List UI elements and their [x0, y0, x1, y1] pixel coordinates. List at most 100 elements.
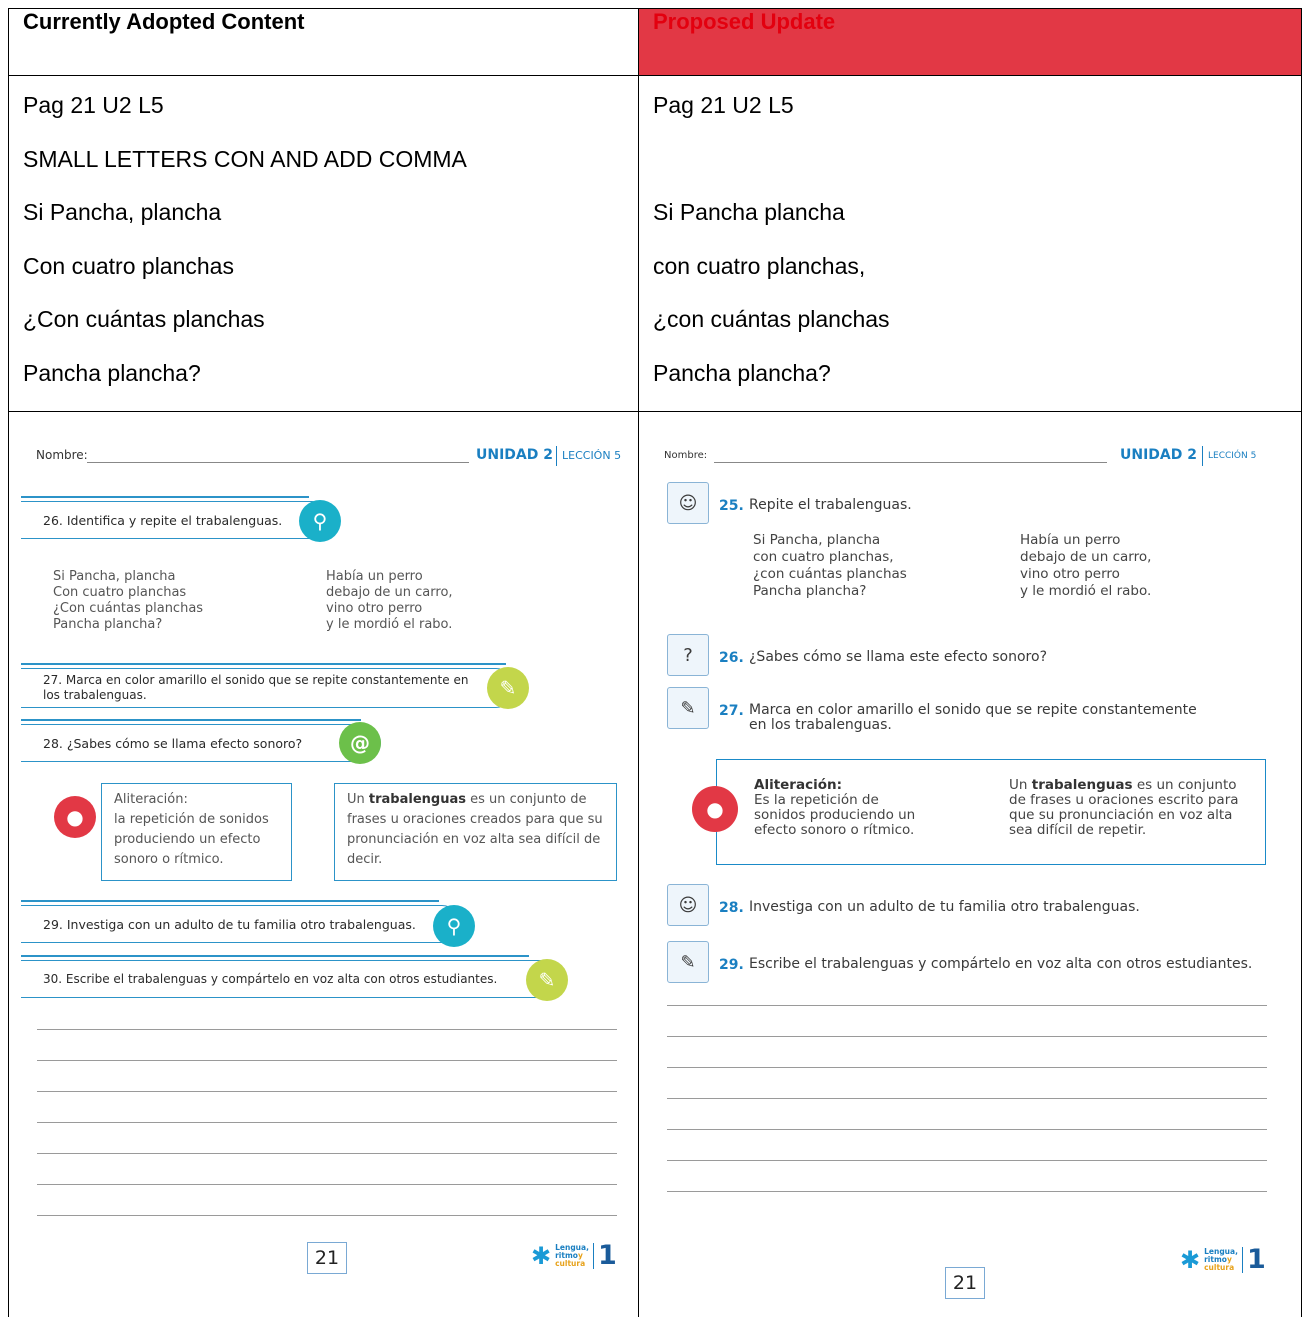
rule	[21, 496, 309, 498]
question-30: 30. Escribe el trabalenguas y compártelo…	[21, 960, 561, 998]
comparison-table: Currently Adopted Content Proposed Updat…	[8, 8, 1302, 1317]
unidad-label: UNIDAD 2	[1120, 447, 1197, 463]
current-line: ¿Con cuántas planchas	[23, 306, 265, 332]
proposed-line: ¿con cuántas planchas	[653, 306, 890, 332]
trabalenguas-box: Un trabalenguas es un conjunto de frases…	[334, 783, 617, 881]
pencil-icon: ✎	[526, 959, 568, 1001]
current-line: Pag 21 U2 L5	[23, 92, 164, 118]
question-number: 27.	[719, 703, 744, 719]
rule	[21, 663, 506, 665]
question-number: 26.	[719, 650, 744, 666]
rule	[21, 955, 529, 957]
question-28: 28. ¿Sabes cómo se llama efecto sonoro?	[21, 724, 381, 762]
aliteracion-title: Aliteración:	[754, 777, 842, 793]
rule	[21, 719, 361, 721]
writing-line	[667, 1191, 1267, 1192]
current-line: Pancha plancha?	[23, 359, 201, 386]
poem-left: Si Pancha, plancha con cuatro planchas, …	[753, 532, 907, 599]
question-person-icon: ?	[667, 634, 709, 676]
question-29: Escribe el trabalenguas y compártelo en …	[749, 956, 1253, 972]
writing-line	[37, 1060, 617, 1061]
poem-right: Había un perro debajo de un carro, vino …	[1020, 532, 1152, 599]
family-icon: ☺	[667, 884, 709, 926]
question-27: 27. Marca en color amarillo el sonido qu…	[21, 668, 516, 708]
writing-line	[37, 1122, 617, 1123]
proposed-text-cell: Pag 21 U2 L5 Si Pancha plancha con cuatr…	[638, 75, 1302, 412]
writing-line	[667, 1067, 1267, 1068]
writing-line	[37, 1091, 617, 1092]
definition-box: Aliteración: Es la repetición de sonidos…	[716, 759, 1266, 865]
proposed-line: Pag 21 U2 L5	[653, 92, 794, 118]
current-line: Si Pancha, plancha	[23, 199, 222, 225]
aliteracion-text: la repetición de sonidos produciendo un …	[114, 812, 269, 867]
logo-text: cultura	[555, 1258, 586, 1268]
question-27: Marca en color amarillo el sonido que se…	[749, 702, 1197, 733]
poem-left: Si Pancha, plancha Con cuatro planchas ¿…	[53, 569, 204, 632]
name-line	[714, 462, 1107, 463]
writing-line	[667, 1005, 1267, 1006]
nombre-label: Nombre:	[36, 448, 88, 462]
question-26: ¿Sabes cómo se llama este efecto sonoro?	[749, 649, 1047, 665]
aliteracion-block: Aliteración: Es la repetición de sonidos…	[754, 778, 915, 838]
proposed-page-image: Nombre: UNIDAD 2 LECCIÓN 5 ☺ 25. Repite …	[638, 411, 1302, 1317]
current-page-image: Nombre: UNIDAD 2 LECCIÓN 5 26. Identific…	[8, 411, 639, 1317]
header-current: Currently Adopted Content	[8, 8, 639, 76]
writing-line	[37, 1184, 617, 1185]
star-icon: ✱	[1180, 1245, 1201, 1274]
proposed-line	[653, 144, 1287, 198]
header-proposed: Proposed Update	[638, 8, 1302, 76]
current-line: SMALL LETTERS CON AND ADD COMMA	[23, 145, 467, 172]
series-logo: ✱ Lengua, ritmoy cultura 1	[531, 1240, 617, 1271]
grade-number: 1	[597, 1240, 617, 1271]
trabalenguas-pre: Un	[347, 792, 365, 807]
question-number: 28.	[719, 900, 744, 916]
question-26: 26. Identifica y repite el trabalenguas.	[21, 501, 331, 539]
leccion-label: LECCIÓN 5	[562, 449, 622, 462]
star-icon: ✱	[531, 1241, 552, 1270]
writing-line	[37, 1215, 617, 1216]
pencil-paper-icon: ✎	[667, 941, 709, 983]
aliteracion-box: Aliteración: la repetición de sonidos pr…	[101, 783, 292, 881]
poem-right: Había un perro debajo de un carro, vino …	[326, 569, 453, 632]
writing-line	[37, 1029, 617, 1030]
question-28: Investiga con un adulto de tu familia ot…	[749, 899, 1140, 915]
current-line: Con cuatro planchas	[23, 252, 234, 279]
logo-text: cultura	[1204, 1262, 1235, 1272]
proposed-line: Si Pancha plancha	[653, 199, 845, 225]
writing-line	[667, 1160, 1267, 1161]
page-number: 21	[307, 1242, 347, 1274]
rule	[21, 900, 439, 902]
page-number: 21	[945, 1267, 985, 1299]
question-25: Repite el trabalenguas.	[749, 497, 912, 513]
lightbulb-icon: ●	[54, 796, 96, 838]
trabalenguas-block: Un trabalenguas es un conjunto de frases…	[1009, 778, 1239, 838]
writing-line	[667, 1129, 1267, 1130]
lightbulb-icon: ●	[692, 786, 738, 832]
leccion-label: LECCIÓN 5	[1208, 451, 1257, 461]
spiral-icon: @	[339, 722, 381, 764]
writing-line	[667, 1036, 1267, 1037]
trabalenguas-word: trabalenguas	[1031, 777, 1133, 793]
divider	[1202, 446, 1203, 466]
writing-icon: ✎	[667, 687, 709, 729]
question-number: 25.	[719, 498, 744, 514]
divider	[592, 1242, 594, 1269]
search-icon: ⚲	[299, 500, 341, 542]
pencil-icon: ✎	[487, 667, 529, 709]
current-text-cell: Pag 21 U2 L5 SMALL LETTERS CON AND ADD C…	[8, 75, 639, 412]
trabalenguas-pre: Un	[1009, 777, 1028, 793]
question-number: 29.	[719, 957, 744, 973]
question-29: 29. Investiga con un adulto de tu famili…	[21, 905, 461, 943]
writing-line	[37, 1153, 617, 1154]
nombre-label: Nombre:	[664, 450, 708, 461]
divider	[556, 446, 557, 466]
aliteracion-title: Aliteración:	[114, 792, 188, 807]
search-icon: ⚲	[433, 905, 475, 947]
proposed-line: Pancha plancha?	[653, 359, 831, 386]
divider	[1241, 1246, 1243, 1273]
proposed-line: con cuatro planchas,	[653, 252, 866, 279]
unidad-label: UNIDAD 2	[476, 447, 553, 463]
writing-line	[667, 1098, 1267, 1099]
grade-number: 1	[1246, 1244, 1266, 1275]
name-line	[87, 462, 469, 463]
